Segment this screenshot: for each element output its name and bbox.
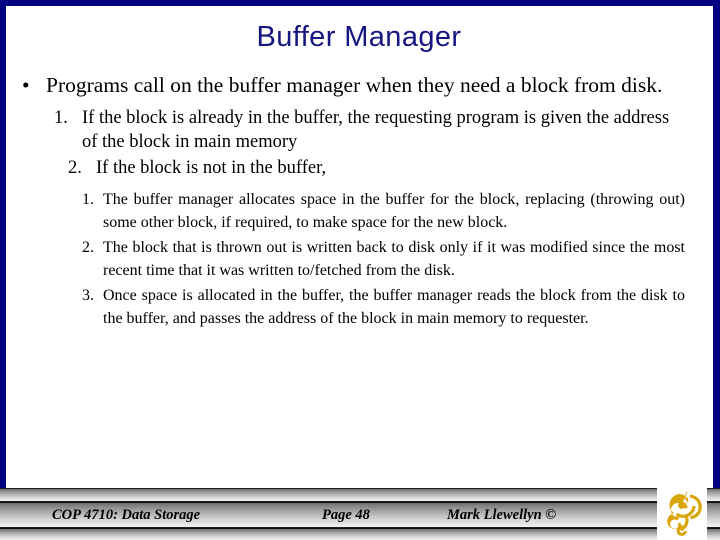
list-item: 2. The block that is thrown out is writt… (0, 237, 713, 282)
level3-list: 1. The buffer manager allocates space in… (0, 189, 713, 330)
list-item-number: 2. (82, 239, 94, 256)
ucf-pegasus-logo (657, 482, 707, 540)
list-item-text: If the block is not in the buffer, (96, 158, 327, 178)
list-item-number: 1. (82, 191, 94, 208)
bullet-dot-icon: • (22, 73, 30, 97)
level2-list: 1. If the block is already in the buffer… (0, 106, 713, 180)
bullet-item-level1-text: Programs call on the buffer manager when… (46, 73, 663, 97)
footer-band-upper (0, 489, 720, 501)
list-item-number: 1. (54, 108, 68, 128)
footer-author-label: Mark Llewellyn © (447, 506, 557, 523)
list-item-text: If the block is already in the buffer, t… (82, 108, 670, 152)
slide-footer: COP 4710: Data Storage Page 48 Mark Llew… (0, 488, 720, 540)
footer-course-label: COP 4710: Data Storage (52, 506, 201, 523)
footer-band-lower (0, 529, 720, 540)
list-item-number: 2. (68, 158, 82, 178)
list-item-number: 3. (82, 287, 94, 304)
list-item: 1. The buffer manager allocates space in… (0, 189, 713, 234)
list-item: 3. Once space is allocated in the buffer… (0, 285, 713, 330)
footer-text-row: COP 4710: Data Storage Page 48 Mark Llew… (0, 503, 650, 527)
slide-canvas: Buffer Manager • Programs call on the bu… (0, 0, 720, 540)
bullet-item-level1: • Programs call on the buffer manager wh… (0, 72, 713, 99)
list-item-text: The block that is thrown out is written … (103, 239, 685, 279)
list-item-text: The buffer manager allocates space in th… (103, 191, 685, 231)
list-item-text: Once space is allocated in the buffer, t… (103, 287, 685, 327)
footer-page-number: Page 48 (322, 506, 370, 523)
slide-border-right (713, 0, 720, 540)
list-item: 1. If the block is already in the buffer… (0, 106, 713, 154)
slide-body: • Programs call on the buffer manager wh… (0, 72, 713, 472)
slide-title: Buffer Manager (256, 21, 462, 53)
slide-border-top (0, 0, 720, 6)
list-item: 2. If the block is not in the buffer, (0, 156, 713, 180)
